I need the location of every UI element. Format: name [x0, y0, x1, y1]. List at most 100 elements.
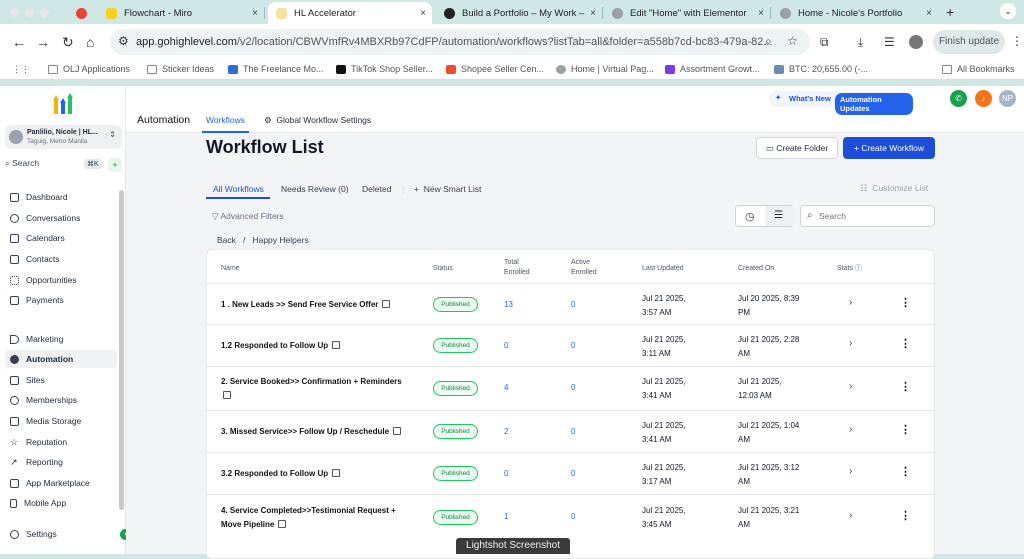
- tab-miro[interactable]: Flowchart - Miro ×: [98, 2, 265, 24]
- view-toggle[interactable]: ◷ ☰: [735, 205, 794, 227]
- apps-icon[interactable]: ⋮⋮: [12, 64, 30, 75]
- search-input[interactable]: [819, 209, 929, 223]
- sidebar-item-contacts[interactable]: Contacts: [5, 250, 117, 268]
- address-bar[interactable]: ⚙ app.gohighlevel.com/v2/location/CBWVmf…: [110, 29, 810, 55]
- sidebar-item-reporting[interactable]: ↗ Reporting: [5, 453, 117, 471]
- sidebar-item-opportunities[interactable]: Opportunities: [5, 271, 117, 289]
- bookmark-olj[interactable]: OLJ Applications: [48, 64, 130, 74]
- row-menu-icon[interactable]: ⋮: [900, 296, 911, 309]
- table-row[interactable]: 1 . New Leads >> Send Free Service Offer…: [207, 283, 934, 324]
- col-total-enrolled[interactable]: Total Enrolled: [504, 258, 530, 278]
- zoom-icon[interactable]: ⌕: [765, 34, 772, 49]
- close-icon[interactable]: ×: [420, 8, 426, 19]
- account-switcher[interactable]: Panlilio, Nicole | HL... Taguig, Metro M…: [5, 125, 122, 149]
- tab-hl-accelerator[interactable]: HL Accelerator ×: [268, 2, 432, 24]
- highlevel-logo[interactable]: [53, 92, 73, 116]
- active-enrolled[interactable]: 0: [571, 339, 575, 353]
- table-row[interactable]: 2. Service Booked>> Confirmation + Remin…: [207, 366, 934, 410]
- tab-nicole-portfolio[interactable]: Home - Nicole's Portfolio ×: [772, 2, 938, 24]
- breadcrumb-back[interactable]: Back: [217, 235, 236, 245]
- workflow-name[interactable]: 3. Missed Service>> Follow Up / Reschedu…: [221, 425, 411, 439]
- quick-actions-icon[interactable]: +: [108, 158, 122, 172]
- tab-pinned[interactable]: [68, 2, 96, 24]
- stats-chevron-icon[interactable]: ›: [849, 466, 852, 477]
- close-icon[interactable]: ×: [590, 8, 596, 19]
- workflow-name[interactable]: 1 . New Leads >> Send Free Service Offer: [221, 298, 411, 312]
- sidebar-item-mobile-app[interactable]: Mobile App: [5, 494, 117, 512]
- row-menu-icon[interactable]: ⋮: [900, 509, 911, 522]
- external-link-icon[interactable]: [278, 520, 287, 528]
- table-row[interactable]: 3.2 Responded to Follow Up Published 0 0…: [207, 452, 934, 494]
- list-view-active[interactable]: ☰: [765, 206, 794, 226]
- active-enrolled[interactable]: 0: [571, 381, 575, 395]
- tab-search-icon[interactable]: ⌄: [1000, 3, 1016, 19]
- sidebar-item-reputation[interactable]: ☆ Reputation: [5, 433, 117, 451]
- sidebar-item-app-marketplace[interactable]: App Marketplace: [5, 474, 117, 492]
- customize-list-button[interactable]: ☷ Customize List: [860, 183, 928, 194]
- notifications-icon[interactable]: ♪: [975, 90, 992, 107]
- external-link-icon[interactable]: [382, 300, 391, 308]
- tab-elementor[interactable]: Edit "Home" with Elementor ×: [604, 2, 771, 24]
- stats-chevron-icon[interactable]: ›: [849, 510, 852, 521]
- sidebar-item-media-storage[interactable]: Media Storage: [5, 412, 117, 430]
- active-enrolled[interactable]: 0: [571, 467, 575, 481]
- clock-icon[interactable]: ◷: [745, 210, 755, 223]
- forward-icon[interactable]: →: [36, 34, 50, 50]
- workflow-name[interactable]: 1.2 Responded to Follow Up: [221, 339, 411, 353]
- col-created-on[interactable]: Created On: [738, 264, 774, 274]
- bookmark-btc[interactable]: BTC: 20,655.00 (-...: [774, 64, 868, 74]
- extensions-icon[interactable]: ⧉: [820, 35, 829, 50]
- create-folder-button[interactable]: ▭ Create Folder: [756, 137, 838, 159]
- bookmark-assortment[interactable]: Assortment Growt...: [665, 64, 760, 74]
- table-row[interactable]: 1.2 Responded to Follow Up Published 0 0…: [207, 324, 934, 366]
- new-tab-button[interactable]: +: [946, 4, 954, 20]
- external-link-icon[interactable]: [332, 469, 341, 477]
- sidebar-item-sites[interactable]: Sites: [5, 371, 117, 389]
- stats-chevron-icon[interactable]: ›: [849, 338, 852, 349]
- external-link-icon[interactable]: [223, 391, 231, 399]
- user-avatar[interactable]: NP: [999, 90, 1016, 107]
- whats-new-pill[interactable]: ✦ What's New Automation Updates: [769, 91, 913, 115]
- finish-update-button[interactable]: Finish update: [933, 30, 1005, 54]
- window-controls[interactable]: [10, 8, 55, 19]
- automation-updates-button[interactable]: Automation Updates: [835, 93, 913, 115]
- sidebar-item-dashboard[interactable]: Dashboard: [5, 188, 117, 206]
- home-icon[interactable]: ⌂: [86, 34, 94, 50]
- advanced-filters-button[interactable]: ▽ Advanced Filters: [212, 211, 284, 222]
- total-enrolled[interactable]: 1: [504, 510, 508, 524]
- sidebar-search[interactable]: ⌕ Search ⌘K: [5, 158, 102, 173]
- back-icon[interactable]: ←: [12, 34, 26, 50]
- close-icon[interactable]: ×: [926, 8, 932, 19]
- total-enrolled[interactable]: 4: [504, 381, 508, 395]
- table-row[interactable]: 3. Missed Service>> Follow Up / Reschedu…: [207, 410, 934, 452]
- table-row[interactable]: 4. Service Completed>>Testimonial Reques…: [207, 494, 934, 540]
- col-status[interactable]: Status: [433, 264, 453, 274]
- site-info-icon[interactable]: ⚙: [118, 34, 129, 48]
- bookmark-freelance[interactable]: The Freelance Mo...: [228, 64, 324, 74]
- sidebar-scrollbar[interactable]: [119, 190, 124, 510]
- bookmark-shopee[interactable]: Shopee Seller Cen...: [446, 64, 544, 74]
- bookmark-tiktok[interactable]: TikTok Shop Seller...: [336, 64, 433, 74]
- col-stats[interactable]: Stats ⓘ: [837, 264, 862, 274]
- close-icon[interactable]: ×: [758, 8, 764, 19]
- active-enrolled[interactable]: 0: [571, 425, 575, 439]
- create-workflow-button[interactable]: + Create Workflow: [843, 137, 935, 159]
- sidebar-item-conversations[interactable]: Conversations: [5, 209, 117, 227]
- external-link-icon[interactable]: [332, 341, 341, 349]
- bookmark-star-icon[interactable]: ☆: [787, 34, 798, 48]
- total-enrolled[interactable]: 2: [504, 425, 508, 439]
- total-enrolled[interactable]: 0: [504, 339, 508, 353]
- sidebar-item-marketing[interactable]: Marketing: [5, 330, 117, 348]
- search-box[interactable]: ⌕: [800, 205, 935, 227]
- row-menu-icon[interactable]: ⋮: [900, 337, 911, 350]
- phone-icon[interactable]: ✆: [950, 90, 967, 107]
- close-icon[interactable]: ×: [252, 8, 258, 19]
- col-name[interactable]: Name: [221, 264, 240, 274]
- active-enrolled[interactable]: 0: [571, 510, 575, 524]
- sidebar-item-automation[interactable]: Automation: [5, 350, 117, 368]
- row-menu-icon[interactable]: ⋮: [900, 380, 911, 393]
- workflow-name[interactable]: 4. Service Completed>>Testimonial Reques…: [221, 504, 411, 532]
- sidebar-item-calendars[interactable]: Calendars: [5, 229, 117, 247]
- total-enrolled[interactable]: 0: [504, 467, 508, 481]
- bookmark-virtual[interactable]: Home | Virtual Pag...: [556, 64, 654, 74]
